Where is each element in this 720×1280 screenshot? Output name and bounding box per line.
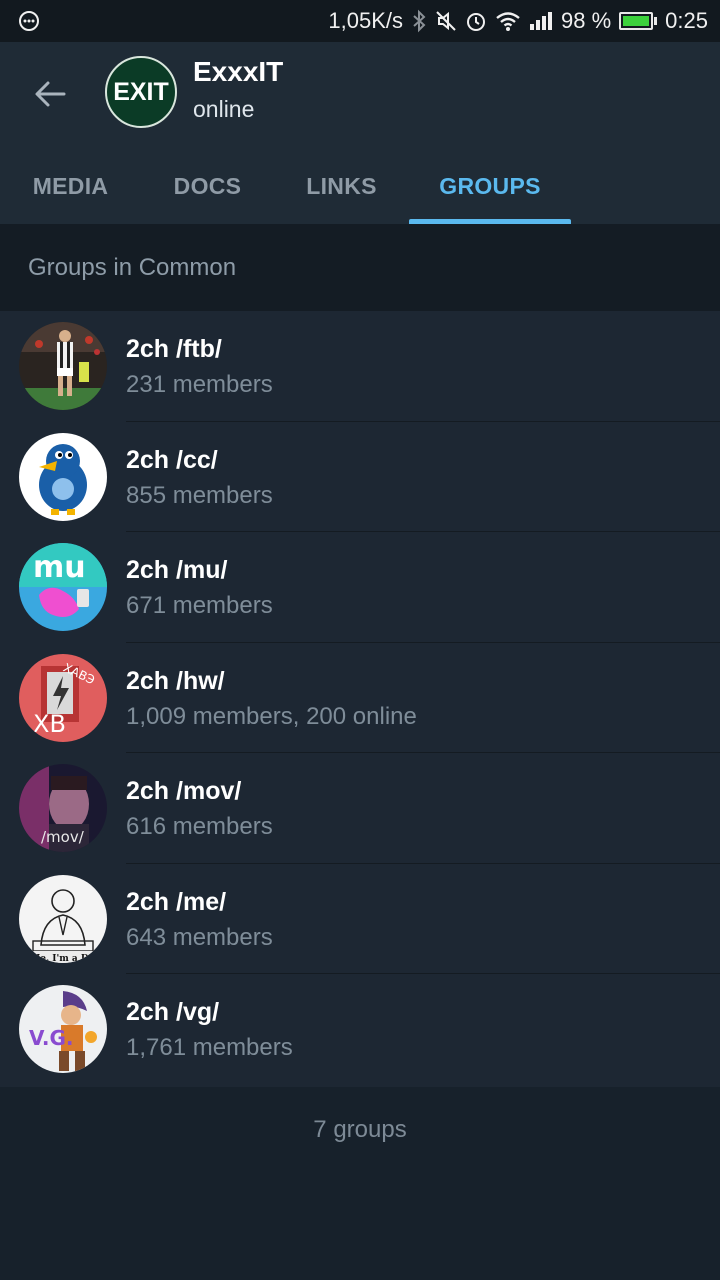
group-row-mov[interactable]: /mov/ 2ch /mov/ 616 members — [0, 753, 720, 864]
battery-icon — [619, 12, 658, 30]
hw-avatar-text: XB — [33, 710, 66, 738]
notification-dots-icon — [18, 10, 40, 32]
profile-avatar[interactable]: EXIT — [105, 56, 177, 128]
group-title: 2ch /ftb/ — [126, 335, 222, 363]
group-list: 2ch /ftb/ 231 members 2ch /cc/ 855 membe… — [0, 311, 720, 1087]
group-avatar-vg: V.G. — [19, 985, 107, 1073]
group-row-hw[interactable]: XB ХАВЭ 2ch /hw/ 1,009 members, 200 onli… — [0, 642, 720, 753]
group-title: 2ch /cc/ — [126, 445, 218, 474]
group-row-cc[interactable]: 2ch /cc/ 855 members — [0, 421, 720, 532]
group-members: 231 members — [126, 371, 273, 398]
group-row-vg[interactable]: V.G. 2ch /vg/ 1,761 members — [0, 974, 720, 1087]
group-avatar-me: I Me, I'm a D — [19, 874, 107, 963]
tab-docs[interactable]: DOCS — [141, 148, 274, 224]
wifi-icon — [495, 10, 521, 32]
tab-media[interactable]: MEDIA — [0, 148, 141, 224]
group-title: 2ch /mu/ — [126, 556, 228, 584]
bluetooth-icon — [411, 9, 427, 33]
section-header: Groups in Common — [0, 224, 720, 311]
section-title: Groups in Common — [28, 253, 237, 281]
group-avatar-mov: /mov/ — [19, 764, 107, 852]
group-row-mu[interactable]: mu 2ch /mu/ 671 members — [0, 532, 720, 643]
battery-fill — [623, 16, 649, 26]
tab-groups[interactable]: GROUPS — [409, 148, 571, 224]
tab-bar: MEDIA DOCS LINKS GROUPS — [0, 148, 720, 224]
group-row-me[interactable]: I Me, I'm a D 2ch /me/ 643 members — [0, 863, 720, 974]
status-bar: 1,05K/s 98 % 0:25 — [0, 0, 720, 42]
group-members: 671 members — [126, 592, 273, 619]
signal-icon — [529, 11, 553, 31]
group-title: 2ch /vg/ — [126, 998, 220, 1026]
profile-avatar-text: EXIT — [113, 77, 169, 106]
group-members: 616 members — [126, 813, 273, 840]
group-members: 855 members — [126, 481, 273, 509]
profile-name: ExxxIT — [193, 56, 284, 87]
group-members: 1,009 members, 200 online — [126, 702, 417, 730]
group-row-ftb[interactable]: 2ch /ftb/ 231 members — [0, 311, 720, 422]
group-avatar-cc — [19, 432, 107, 521]
mute-icon — [435, 10, 457, 32]
group-members: 1,761 members — [126, 1034, 293, 1061]
group-members: 643 members — [126, 923, 273, 951]
back-arrow-icon — [35, 81, 66, 107]
me-avatar-text: I Me, I'm a D — [23, 954, 89, 963]
alarm-icon — [465, 10, 487, 32]
group-avatar-ftb — [19, 322, 107, 410]
mu-avatar-text: mu — [33, 550, 86, 585]
vg-avatar-text: V.G. — [29, 1026, 74, 1050]
network-speed: 1,05K/s — [328, 8, 404, 33]
groups-count: 7 groups — [313, 1116, 407, 1143]
group-title: 2ch /hw/ — [126, 666, 225, 695]
profile-status: online — [193, 96, 255, 122]
group-title: 2ch /me/ — [126, 887, 227, 916]
profile-header: EXIT ExxxIT online MEDIA DOCS LINKS GROU… — [0, 42, 720, 224]
back-button[interactable] — [28, 72, 72, 116]
group-avatar-hw: XB ХАВЭ — [19, 653, 107, 742]
mov-avatar-text: /mov/ — [41, 828, 85, 846]
tab-links[interactable]: LINKS — [274, 148, 409, 224]
group-title: 2ch /mov/ — [126, 777, 242, 805]
clock: 0:25 — [665, 8, 708, 33]
battery-percent: 98 % — [561, 8, 612, 33]
group-avatar-mu: mu — [19, 543, 107, 631]
